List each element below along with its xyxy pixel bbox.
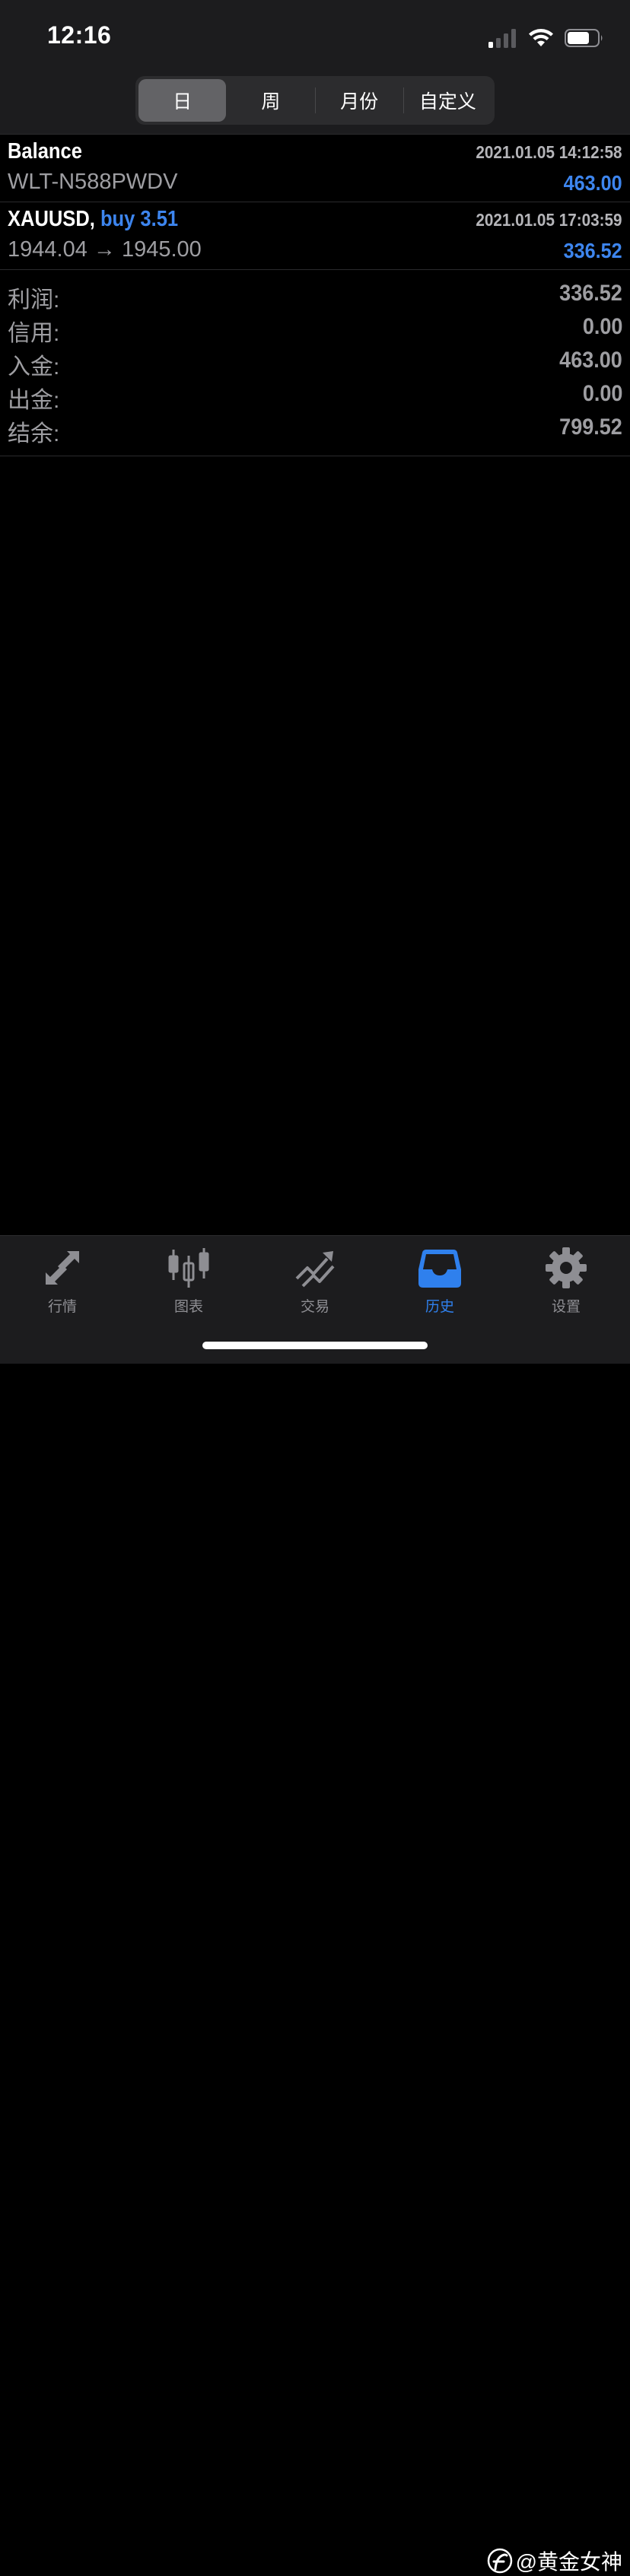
summary-label: 出金: (8, 388, 60, 413)
wifi-icon (529, 29, 553, 46)
deal-title: Balance (8, 139, 82, 164)
tab-history[interactable]: 历史 (394, 1245, 485, 1321)
home-indicator (202, 1342, 428, 1349)
tab-label: 图表 (173, 1299, 203, 1315)
summary-value: 799.52 (559, 415, 622, 440)
quotes-icon (46, 1251, 79, 1285)
weibo-logo-icon (487, 2548, 512, 2574)
segment-day[interactable]: 日 (138, 79, 227, 122)
deal-prices: 1944.04 → 1945.00 (8, 237, 202, 262)
deal-time: 2021.01.05 14:12:58 (476, 142, 622, 162)
summary-label: 利润: (8, 287, 60, 313)
deal-subtitle: WLT-N588PWDV (8, 170, 178, 194)
watermark-text: @黄金女神 (515, 2550, 622, 2574)
summary-value: 336.52 (559, 281, 622, 306)
deal-row-xauusd[interactable]: XAUUSD, buy 3.51 1944.04 → 1945.00 2021.… (0, 202, 630, 269)
deal-row-balance[interactable]: Balance WLT-N588PWDV 2021.01.05 14:12:58… (0, 135, 630, 202)
tab-label: 历史 (425, 1299, 454, 1315)
segment-custom[interactable]: 自定义 (404, 79, 492, 122)
deal-title-wrap: Balance (8, 139, 82, 164)
deal-time: 2021.01.05 17:03:59 (476, 210, 622, 230)
tab-settings[interactable]: 设置 (520, 1245, 612, 1321)
deal-amount: 463.00 (563, 171, 622, 195)
tab-quotes[interactable]: 行情 (17, 1245, 108, 1321)
summary-row-balance: 结余: 799.52 (0, 411, 630, 446)
tab-label: 设置 (551, 1299, 581, 1315)
summary-block: 利润: 336.52 信用: 0.00 入金: 463.00 出金: 0.00 … (0, 270, 630, 456)
cellular-signal-icon (488, 29, 516, 48)
gear-icon (546, 1247, 587, 1288)
segment-week[interactable]: 周 (227, 79, 314, 122)
tab-label: 交易 (300, 1299, 329, 1315)
trade-icon (295, 1251, 335, 1288)
deal-symbol: XAUUSD, (8, 207, 95, 231)
deal-title-wrap: XAUUSD, buy 3.51 (8, 207, 178, 232)
status-icons (488, 27, 604, 49)
tab-label: 行情 (47, 1299, 77, 1315)
chart-candles-icon (168, 1248, 209, 1288)
history-list: Balance WLT-N588PWDV 2021.01.05 14:12:58… (0, 134, 630, 456)
period-segmented-control: 日 周 月份 自定义 (135, 76, 495, 125)
battery-icon (565, 29, 603, 47)
summary-label: 信用: (8, 321, 60, 346)
watermark: @黄金女神 (487, 2546, 622, 2576)
summary-value: 463.00 (559, 348, 622, 373)
tab-chart[interactable]: 图表 (143, 1245, 234, 1321)
summary-row-profit: 利润: 336.52 (0, 278, 630, 313)
summary-label: 结余: (8, 421, 60, 446)
deal-amount: 336.52 (563, 239, 622, 262)
summary-row-credit: 信用: 0.00 (0, 311, 630, 346)
segment-month[interactable]: 月份 (316, 79, 403, 122)
summary-row-deposit: 入金: 463.00 (0, 345, 630, 380)
summary-value: 0.00 (582, 381, 622, 406)
summary-label: 入金: (8, 354, 60, 380)
status-time: 12:16 (47, 21, 112, 49)
history-inbox-icon (418, 1250, 461, 1288)
summary-value: 0.00 (582, 314, 622, 339)
tab-trade[interactable]: 交易 (269, 1245, 361, 1321)
header: 12:16 日 周 月份 自定义 (0, 0, 630, 134)
deal-type-volume: buy 3.51 (100, 207, 179, 231)
summary-row-withdrawal: 出金: 0.00 (0, 378, 630, 413)
